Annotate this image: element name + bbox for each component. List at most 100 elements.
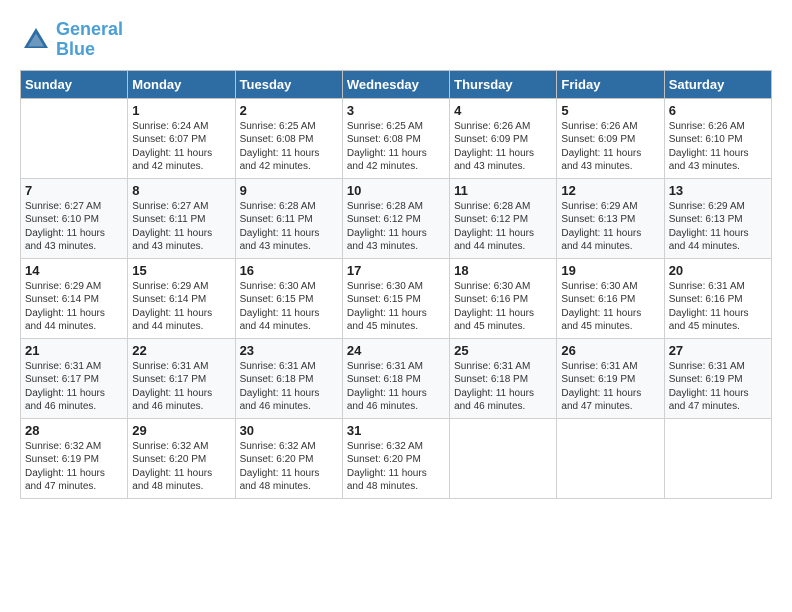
cell-info: Sunrise: 6:31 AMSunset: 6:19 PMDaylight:… [669, 360, 767, 414]
sunrise-text: Sunrise: 6:26 AM [454, 120, 552, 134]
calendar-cell: 14Sunrise: 6:29 AMSunset: 6:14 PMDayligh… [21, 258, 128, 338]
cell-info: Sunrise: 6:31 AMSunset: 6:16 PMDaylight:… [669, 280, 767, 334]
sunset-text: Sunset: 6:19 PM [561, 373, 659, 387]
sunrise-text: Sunrise: 6:29 AM [561, 200, 659, 214]
sunset-text: Sunset: 6:13 PM [561, 213, 659, 227]
day-number: 29 [132, 423, 230, 438]
daylight-text: Daylight: 11 hours and 43 minutes. [561, 147, 659, 174]
cell-info: Sunrise: 6:32 AMSunset: 6:20 PMDaylight:… [347, 440, 445, 494]
daylight-text: Daylight: 11 hours and 45 minutes. [454, 307, 552, 334]
weekday-header: Monday [128, 70, 235, 98]
cell-info: Sunrise: 6:30 AMSunset: 6:15 PMDaylight:… [347, 280, 445, 334]
calendar-cell: 23Sunrise: 6:31 AMSunset: 6:18 PMDayligh… [235, 338, 342, 418]
page-header: General Blue [20, 20, 772, 60]
daylight-text: Daylight: 11 hours and 45 minutes. [561, 307, 659, 334]
daylight-text: Daylight: 11 hours and 42 minutes. [347, 147, 445, 174]
sunrise-text: Sunrise: 6:27 AM [132, 200, 230, 214]
calendar-cell: 19Sunrise: 6:30 AMSunset: 6:16 PMDayligh… [557, 258, 664, 338]
sunrise-text: Sunrise: 6:32 AM [132, 440, 230, 454]
calendar-cell: 12Sunrise: 6:29 AMSunset: 6:13 PMDayligh… [557, 178, 664, 258]
logo-icon [20, 24, 52, 56]
daylight-text: Daylight: 11 hours and 44 minutes. [240, 307, 338, 334]
sunrise-text: Sunrise: 6:28 AM [347, 200, 445, 214]
logo-line2: Blue [56, 39, 95, 59]
day-number: 26 [561, 343, 659, 358]
calendar-week-row: 21Sunrise: 6:31 AMSunset: 6:17 PMDayligh… [21, 338, 772, 418]
daylight-text: Daylight: 11 hours and 46 minutes. [454, 387, 552, 414]
sunset-text: Sunset: 6:18 PM [454, 373, 552, 387]
daylight-text: Daylight: 11 hours and 48 minutes. [347, 467, 445, 494]
calendar-cell: 18 Sunrise: 6:30 AMSunset: 6:16 PMDayligh… [450, 258, 557, 338]
day-number: 17 [347, 263, 445, 278]
daylight-text: Daylight: 11 hours and 44 minutes. [132, 307, 230, 334]
calendar-cell: 11 Sunrise: 6:28 AMSunset: 6:12 PMDayligh… [450, 178, 557, 258]
day-number: 6 [669, 103, 767, 118]
calendar-cell: 28Sunrise: 6:32 AMSunset: 6:19 PMDayligh… [21, 418, 128, 498]
weekday-header: Saturday [664, 70, 771, 98]
calendar-cell: 1Sunrise: 6:24 AMSunset: 6:07 PMDaylight… [128, 98, 235, 178]
cell-info: Sunrise: 6:31 AMSunset: 6:18 PMDaylight:… [347, 360, 445, 414]
sunrise-text: Sunrise: 6:31 AM [561, 360, 659, 374]
day-number: 28 [25, 423, 123, 438]
daylight-text: Daylight: 11 hours and 47 minutes. [25, 467, 123, 494]
daylight-text: Daylight: 11 hours and 46 minutes. [132, 387, 230, 414]
day-number: 27 [669, 343, 767, 358]
sunrise-text: Sunrise: 6:32 AM [347, 440, 445, 454]
calendar-cell: 9Sunrise: 6:28 AMSunset: 6:11 PMDaylight… [235, 178, 342, 258]
daylight-text: Daylight: 11 hours and 43 minutes. [25, 227, 123, 254]
weekday-header: Sunday [21, 70, 128, 98]
sunrise-text: Sunrise: 6:29 AM [669, 200, 767, 214]
cell-info: Sunrise: 6:31 AMSunset: 6:18 PMDaylight:… [454, 360, 552, 414]
sunset-text: Sunset: 6:11 PM [132, 213, 230, 227]
calendar-cell: 21Sunrise: 6:31 AMSunset: 6:17 PMDayligh… [21, 338, 128, 418]
weekday-header: Tuesday [235, 70, 342, 98]
day-number: 18 [454, 263, 552, 278]
sunset-text: Sunset: 6:14 PM [25, 293, 123, 307]
sunset-text: Sunset: 6:16 PM [669, 293, 767, 307]
cell-info: Sunrise: 6:28 AMSunset: 6:11 PMDaylight:… [240, 200, 338, 254]
day-number: 24 [347, 343, 445, 358]
calendar-cell: 6Sunrise: 6:26 AMSunset: 6:10 PMDaylight… [664, 98, 771, 178]
day-number: 15 [132, 263, 230, 278]
sunrise-text: Sunrise: 6:26 AM [561, 120, 659, 134]
cell-info: Sunrise: 6:30 AMSunset: 6:16 PMDaylight:… [454, 280, 552, 334]
calendar-cell: 29Sunrise: 6:32 AMSunset: 6:20 PMDayligh… [128, 418, 235, 498]
calendar-table: SundayMondayTuesdayWednesdayThursdayFrid… [20, 70, 772, 499]
daylight-text: Daylight: 11 hours and 44 minutes. [25, 307, 123, 334]
weekday-header: Wednesday [342, 70, 449, 98]
sunrise-text: Sunrise: 6:30 AM [240, 280, 338, 294]
calendar-cell [557, 418, 664, 498]
sunset-text: Sunset: 6:12 PM [347, 213, 445, 227]
calendar-cell: 4 Sunrise: 6:26 AMSunset: 6:09 PMDaylight… [450, 98, 557, 178]
cell-info: Sunrise: 6:28 AMSunset: 6:12 PMDaylight:… [454, 200, 552, 254]
cell-info: Sunrise: 6:29 AMSunset: 6:13 PMDaylight:… [669, 200, 767, 254]
day-number: 1 [132, 103, 230, 118]
day-number: 22 [132, 343, 230, 358]
day-number: 11 [454, 183, 552, 198]
weekday-header: Thursday [450, 70, 557, 98]
sunset-text: Sunset: 6:09 PM [454, 133, 552, 147]
sunrise-text: Sunrise: 6:26 AM [669, 120, 767, 134]
daylight-text: Daylight: 11 hours and 47 minutes. [669, 387, 767, 414]
sunrise-text: Sunrise: 6:25 AM [347, 120, 445, 134]
sunset-text: Sunset: 6:08 PM [240, 133, 338, 147]
sunset-text: Sunset: 6:17 PM [25, 373, 123, 387]
sunset-text: Sunset: 6:18 PM [240, 373, 338, 387]
sunset-text: Sunset: 6:18 PM [347, 373, 445, 387]
sunrise-text: Sunrise: 6:28 AM [240, 200, 338, 214]
sunrise-text: Sunrise: 6:25 AM [240, 120, 338, 134]
daylight-text: Daylight: 11 hours and 46 minutes. [25, 387, 123, 414]
calendar-cell [21, 98, 128, 178]
daylight-text: Daylight: 11 hours and 46 minutes. [347, 387, 445, 414]
cell-info: Sunrise: 6:31 AMSunset: 6:19 PMDaylight:… [561, 360, 659, 414]
sunset-text: Sunset: 6:16 PM [561, 293, 659, 307]
sunset-text: Sunset: 6:12 PM [454, 213, 552, 227]
sunset-text: Sunset: 6:16 PM [454, 293, 552, 307]
sunrise-text: Sunrise: 6:29 AM [25, 280, 123, 294]
day-number: 4 [454, 103, 552, 118]
sunrise-text: Sunrise: 6:32 AM [240, 440, 338, 454]
cell-info: Sunrise: 6:26 AMSunset: 6:09 PMDaylight:… [454, 120, 552, 174]
cell-info: Sunrise: 6:27 AMSunset: 6:10 PMDaylight:… [25, 200, 123, 254]
sunrise-text: Sunrise: 6:28 AM [454, 200, 552, 214]
calendar-cell: 26 Sunrise: 6:31 AMSunset: 6:19 PMDayligh… [557, 338, 664, 418]
